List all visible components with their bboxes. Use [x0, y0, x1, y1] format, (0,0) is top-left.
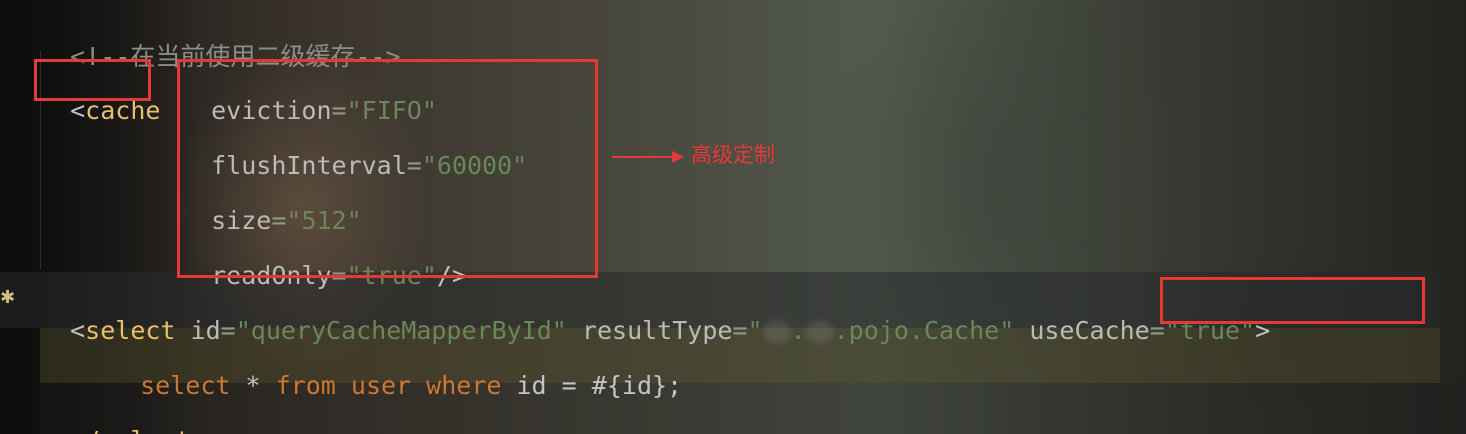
redacted-package-segment: [762, 321, 791, 343]
sql-column-id: id: [516, 371, 547, 400]
select-close-tag: </select>: [70, 426, 205, 434]
sql-star: *: [245, 371, 261, 400]
attr-value-resulttype-dot: .: [790, 316, 806, 345]
attr-name-usecache: useCache: [1029, 316, 1150, 345]
sql-keyword-where: where: [426, 371, 502, 400]
highlight-box-cache: [34, 59, 151, 101]
annotation-label: 高级定制: [691, 143, 775, 167]
arrow-line: [612, 156, 674, 158]
sql-table-user: user: [350, 371, 412, 400]
attr-eq: =: [732, 316, 748, 345]
method-marker-icon[interactable]: ✱: [0, 288, 15, 308]
highlight-box-usecache: [1160, 277, 1425, 324]
tag-open-bracket: <: [70, 316, 86, 345]
code-line-sql-query[interactable]: select * from user where id = #{id};: [110, 341, 682, 400]
arrow-head: [672, 151, 684, 163]
sql-param: #{id};: [591, 371, 683, 400]
code-line-select-open[interactable]: <select id="queryCacheMapperById" result…: [40, 286, 1270, 345]
attr-value-resulttype-end: .pojo.Cache": [833, 316, 1015, 345]
annotation-arrow-icon: [612, 151, 684, 163]
sql-keyword-from: from: [275, 371, 336, 400]
code-line-select-close[interactable]: </select>: [40, 396, 205, 434]
code-line-comment[interactable]: <!--在当前使用二级缓存-->: [40, 12, 400, 71]
highlight-box-attributes: [177, 59, 598, 278]
redacted-package-segment: [805, 321, 834, 343]
attr-value-resulttype-start: ": [747, 316, 763, 345]
sql-eq: =: [561, 371, 577, 400]
